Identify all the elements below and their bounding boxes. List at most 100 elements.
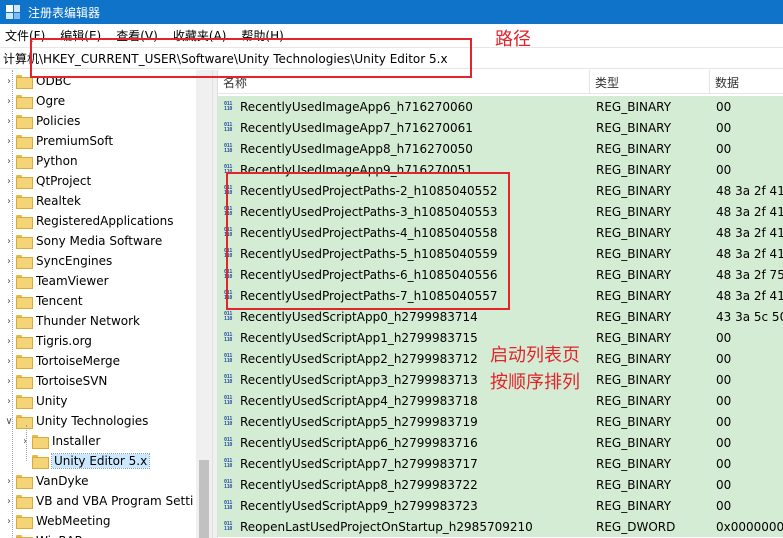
chevron-right-icon[interactable]: › bbox=[4, 496, 14, 507]
column-header-type[interactable]: 类型 bbox=[590, 70, 710, 94]
tree-item[interactable]: › PremiumSoft bbox=[4, 131, 113, 151]
value-data: 48 3a 2f 41 bbox=[716, 288, 783, 303]
column-header-data[interactable]: 数据 bbox=[710, 70, 783, 94]
tree-item-label: VB and VBA Program Setti bbox=[36, 494, 194, 508]
chevron-right-icon[interactable]: › bbox=[4, 176, 14, 187]
tree-child-connector bbox=[26, 425, 27, 461]
binary-value-icon: 011 110 bbox=[224, 331, 233, 343]
chevron-right-icon[interactable]: › bbox=[4, 256, 14, 267]
value-row[interactable]: 011 110 RecentlyUsedImageApp7_h716270061 RE… bbox=[218, 117, 783, 138]
value-type: REG_BINARY bbox=[596, 498, 672, 513]
value-row[interactable]: 011 110 RecentlyUsedScriptApp9_h2799983723… bbox=[218, 495, 783, 516]
chevron-right-icon[interactable]: › bbox=[4, 76, 14, 87]
tree-item[interactable]: › Thunder Network bbox=[4, 311, 140, 331]
tree-item[interactable]: › SyncEngines bbox=[4, 251, 112, 271]
tree-item[interactable]: › Python bbox=[4, 151, 78, 171]
value-row[interactable]: 011 110 RecentlyUsedImageApp8_h716270050 RE… bbox=[218, 138, 783, 159]
value-row[interactable]: 011 110 RecentlyUsedScriptApp8_h2799983722… bbox=[218, 474, 783, 495]
folder-icon bbox=[16, 355, 33, 369]
value-name: RecentlyUsedScriptApp1_h2799983715 bbox=[240, 330, 478, 345]
chevron-right-icon[interactable]: › bbox=[4, 476, 14, 487]
tree-scrollbar-thumb[interactable] bbox=[199, 460, 209, 538]
chevron-right-icon[interactable]: › bbox=[4, 276, 14, 287]
tree-item[interactable]: › TortoiseMerge bbox=[4, 351, 120, 371]
chevron-right-icon[interactable]: › bbox=[4, 236, 14, 247]
folder-icon bbox=[16, 495, 33, 509]
tree-item[interactable]: › Sony Media Software bbox=[4, 231, 162, 251]
value-row[interactable]: 011 110 RecentlyUsedScriptApp6_h2799983716… bbox=[218, 432, 783, 453]
value-type: REG_BINARY bbox=[596, 309, 672, 324]
tree-item-label: Thunder Network bbox=[36, 314, 140, 328]
value-name: RecentlyUsedScriptApp8_h2799983722 bbox=[240, 477, 478, 492]
value-type: REG_BINARY bbox=[596, 246, 672, 261]
tree-item[interactable]: › Ogre bbox=[4, 91, 65, 111]
tree-item[interactable]: › Tencent bbox=[4, 291, 83, 311]
chevron-right-icon[interactable]: › bbox=[4, 336, 14, 347]
value-row[interactable]: 011 110 RecentlyUsedImageApp6_h716270060 RE… bbox=[218, 96, 783, 117]
binary-value-icon: 011 110 bbox=[224, 436, 233, 448]
tree-item-label: SyncEngines bbox=[36, 254, 113, 268]
tree-item-label: RegisteredApplications bbox=[36, 214, 174, 228]
tree-item-label: TortoiseMerge bbox=[36, 354, 121, 368]
value-data: 00 bbox=[716, 330, 732, 345]
tree-item[interactable]: › Realtek bbox=[4, 191, 81, 211]
binary-value-icon: 011 110 bbox=[224, 121, 233, 133]
folder-icon bbox=[16, 195, 33, 209]
folder-icon bbox=[16, 315, 33, 329]
folder-icon bbox=[16, 415, 33, 429]
tree-item-label: Ogre bbox=[36, 94, 66, 108]
value-rows: 011 110 RecentlyUsedImageApp6_h716270060 RE… bbox=[218, 96, 783, 537]
value-type: REG_BINARY bbox=[596, 330, 672, 345]
chevron-right-icon[interactable]: › bbox=[4, 136, 14, 147]
folder-icon bbox=[32, 435, 49, 449]
chevron-right-icon[interactable]: › bbox=[4, 196, 14, 207]
chevron-down-icon[interactable]: ∨ bbox=[4, 416, 14, 427]
tree-item[interactable]: › TortoiseSVN bbox=[4, 371, 107, 391]
chevron-right-icon[interactable]: › bbox=[4, 396, 14, 407]
value-name-cell: 011 110 RecentlyUsedScriptApp5_h2799983719 bbox=[224, 411, 590, 432]
tree-item[interactable]: › VanDyke bbox=[4, 471, 88, 491]
value-row[interactable]: 011 110 RecentlyUsedScriptApp5_h2799983719… bbox=[218, 411, 783, 432]
value-data: 48 3a 2f 75 bbox=[716, 267, 783, 282]
value-row[interactable]: 011 110 RecentlyUsedScriptApp7_h2799983717… bbox=[218, 453, 783, 474]
chevron-right-icon[interactable]: › bbox=[4, 96, 14, 107]
chevron-right-icon[interactable]: › bbox=[4, 316, 14, 327]
value-data: 0x00000000 bbox=[716, 519, 783, 534]
tree-item[interactable]: RegisteredApplications bbox=[4, 211, 173, 231]
value-name: ReopenLastUsedProjectOnStartup_h29857092… bbox=[240, 519, 533, 534]
value-name: RecentlyUsedScriptApp6_h2799983716 bbox=[240, 435, 478, 450]
tree-item[interactable]: ›WinRAR bbox=[4, 531, 83, 538]
tree-item[interactable]: › Tigris.org bbox=[4, 331, 92, 351]
value-name-cell: 011 110 RecentlyUsedScriptApp6_h2799983716 bbox=[224, 432, 590, 453]
chevron-right-icon[interactable]: › bbox=[20, 436, 30, 447]
tree-item[interactable]: Unity Editor 5.x bbox=[20, 451, 151, 471]
chevron-right-icon[interactable]: › bbox=[4, 156, 14, 167]
value-type: REG_BINARY bbox=[596, 183, 672, 198]
value-data: 00 bbox=[716, 477, 732, 492]
chevron-right-icon[interactable]: › bbox=[4, 516, 14, 527]
value-row[interactable]: 011 110 ReopenLastUsedProjectOnStartup_h29… bbox=[218, 516, 783, 537]
tree-item[interactable]: › QtProject bbox=[4, 171, 91, 191]
tree-item[interactable]: › Installer bbox=[20, 431, 100, 451]
value-type: REG_BINARY bbox=[596, 414, 672, 429]
tree-item[interactable]: › VB and VBA Program Setti bbox=[4, 491, 193, 511]
chevron-right-icon[interactable]: › bbox=[4, 376, 14, 387]
folder-icon bbox=[16, 255, 33, 269]
tree-item[interactable]: › TeamViewer bbox=[4, 271, 109, 291]
tree-item-label: QtProject bbox=[36, 174, 92, 188]
key-tree[interactable]: › ODBC › Ogre › Policies › PremiumSoft › Python › Q… bbox=[0, 70, 212, 538]
tree-scrollbar[interactable] bbox=[196, 70, 212, 538]
tree-item[interactable]: › WebMeeting bbox=[4, 511, 111, 531]
project-paths-highlight-box bbox=[226, 172, 510, 310]
chevron-right-icon[interactable]: › bbox=[4, 116, 14, 127]
chevron-right-icon[interactable]: › bbox=[4, 356, 14, 367]
tree-item[interactable]: › Unity bbox=[4, 391, 68, 411]
value-name: RecentlyUsedScriptApp5_h2799983719 bbox=[240, 414, 478, 429]
tree-item[interactable]: › Policies bbox=[4, 111, 80, 131]
value-name-cell: 011 110 ReopenLastUsedProjectOnStartup_h29… bbox=[224, 516, 590, 537]
tree-item-label: Python bbox=[36, 154, 78, 168]
value-type: REG_BINARY bbox=[596, 477, 672, 492]
chevron-right-icon[interactable]: › bbox=[4, 296, 14, 307]
value-type: REG_BINARY bbox=[596, 393, 672, 408]
folder-icon bbox=[16, 115, 33, 129]
